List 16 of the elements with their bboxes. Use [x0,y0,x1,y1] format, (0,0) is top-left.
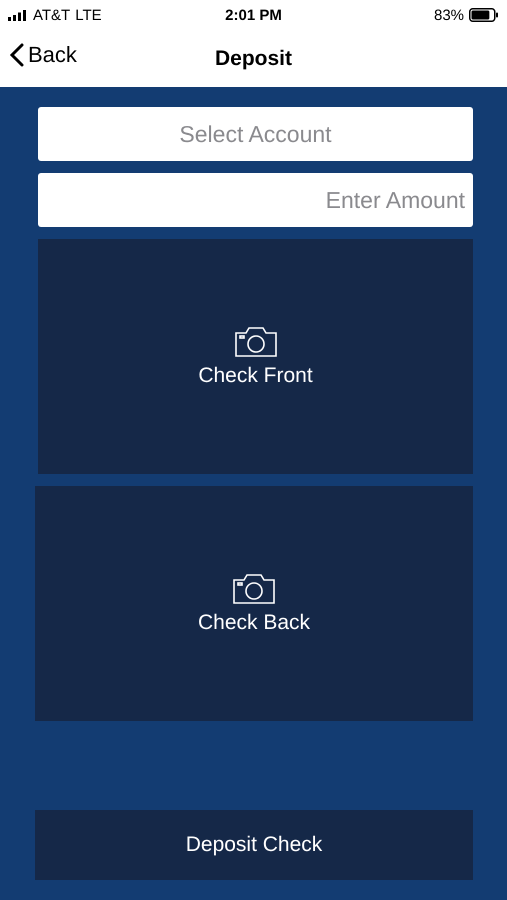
check-capture-button[interactable]: Check Back [35,486,473,721]
battery-icon [469,8,500,22]
carrier-name: AT&T [33,6,70,24]
clock-time: 2:01 PM [225,6,282,24]
chevron-left-icon [10,43,24,67]
deposit-check-button[interactable]: Deposit Check [35,810,473,880]
camera-icon [231,572,277,604]
account-field[interactable]: Select Account [38,107,473,161]
back-button[interactable]: Back [10,42,77,68]
check-capture-button[interactable]: Check Front [38,239,473,474]
signal-icon [8,10,28,20]
camera-icon [232,326,278,358]
battery-percent: 83% [434,6,464,24]
network-type: LTE [75,6,102,24]
amount-field[interactable]: Enter Amount [38,173,473,227]
screen-title: Deposit [214,46,292,70]
